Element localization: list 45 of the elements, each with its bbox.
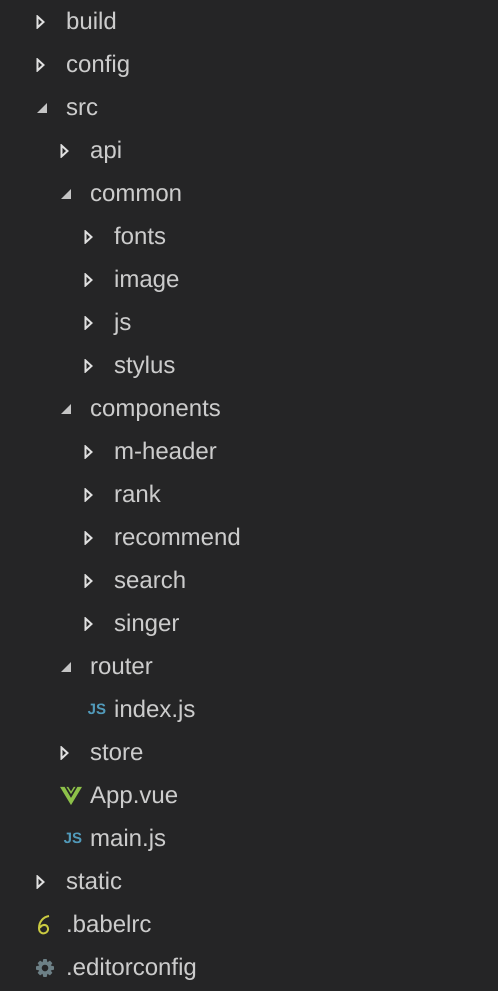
file-name[interactable]: App.vue [90, 784, 178, 808]
folder-name[interactable]: router [90, 654, 153, 678]
caret-right-icon[interactable] [36, 58, 45, 72]
caret-right-icon[interactable] [84, 272, 93, 286]
folder-name[interactable]: js [114, 310, 132, 334]
file-name[interactable]: index.js [114, 698, 196, 722]
caret-down-icon[interactable] [36, 102, 48, 114]
caret-right-icon[interactable] [60, 746, 69, 760]
caret-right-icon[interactable] [84, 574, 93, 588]
file-name[interactable]: main.js [90, 826, 166, 850]
folder-name[interactable]: config [66, 52, 130, 76]
caret-right-icon[interactable] [36, 874, 45, 888]
folder-name[interactable]: stylus [114, 354, 176, 378]
folder-name[interactable]: fonts [114, 224, 166, 248]
caret-right-icon[interactable] [36, 14, 45, 28]
vue-icon [60, 786, 82, 806]
caret-right-icon[interactable] [84, 358, 93, 372]
folder-name[interactable]: search [114, 568, 186, 592]
caret-right-icon[interactable] [84, 444, 93, 458]
folder-name[interactable]: src [66, 96, 98, 120]
folder-name[interactable]: api [90, 138, 122, 162]
caret-right-icon[interactable] [60, 144, 69, 158]
gear-icon [36, 956, 54, 978]
folder-name[interactable]: image [114, 268, 180, 292]
folder-name[interactable]: static [66, 870, 122, 894]
file-name[interactable]: .babelrc [66, 912, 152, 936]
folder-name[interactable]: components [90, 396, 221, 420]
folder-name[interactable]: store [90, 740, 144, 764]
js-icon: JS [88, 702, 106, 717]
js-icon: JS [64, 831, 82, 846]
caret-down-icon[interactable] [60, 188, 72, 200]
folder-name[interactable]: m-header [114, 440, 217, 464]
caret-right-icon[interactable] [84, 230, 93, 244]
folder-name[interactable]: build [66, 10, 117, 34]
caret-right-icon[interactable] [84, 316, 93, 330]
caret-right-icon[interactable] [84, 616, 93, 630]
caret-right-icon[interactable] [84, 530, 93, 544]
caret-down-icon[interactable] [60, 402, 72, 414]
folder-name[interactable]: recommend [114, 526, 241, 550]
caret-down-icon[interactable] [60, 660, 72, 672]
folder-name[interactable]: common [90, 182, 182, 206]
folder-name[interactable]: rank [114, 482, 161, 506]
caret-right-icon[interactable] [84, 488, 93, 502]
folder-name[interactable]: singer [114, 612, 180, 636]
file-name[interactable]: .editorconfig [66, 956, 197, 980]
